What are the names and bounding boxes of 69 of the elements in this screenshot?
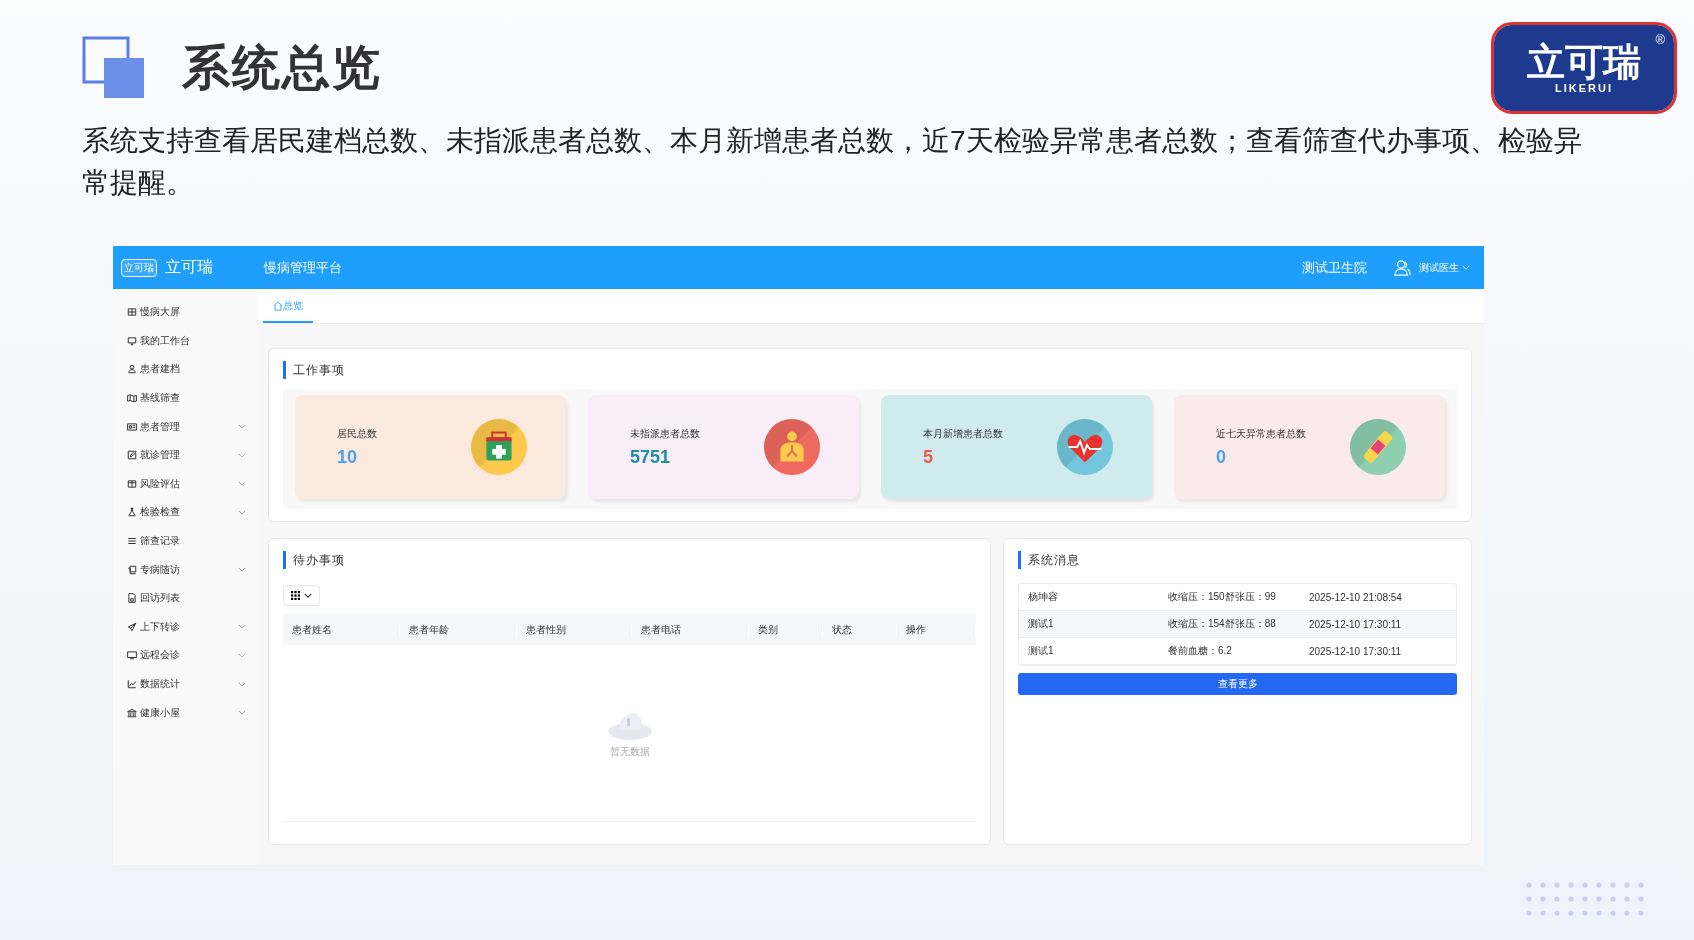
column-header: 患者年龄 xyxy=(400,622,517,637)
sidebar-item[interactable]: 患者建档 xyxy=(113,355,258,384)
stat-label: 未指派患者总数 xyxy=(630,426,701,441)
sidebar-item[interactable]: 数据统计 xyxy=(113,669,258,699)
bandage-icon xyxy=(1349,418,1407,476)
section-title: 工作事项 xyxy=(283,361,1457,379)
brand-name: 立可瑞 xyxy=(165,257,213,277)
logo-badge: 立可瑞 xyxy=(121,258,157,277)
stat-value: 0 xyxy=(1216,446,1227,468)
slide-title: 系统总览 xyxy=(182,40,382,96)
column-header: 患者性别 xyxy=(517,622,632,637)
sidebar-item[interactable]: 回访列表 xyxy=(113,583,258,613)
organization-name: 测试卫生院 xyxy=(1302,258,1367,277)
flask-icon xyxy=(127,507,137,518)
person-icon xyxy=(127,364,137,375)
monitor-icon xyxy=(127,650,137,661)
chevron-down-icon xyxy=(304,593,312,598)
column-header: 状态 xyxy=(823,622,897,637)
sidebar-item[interactable]: 基线筛查 xyxy=(113,383,258,413)
platform-title: 慢病管理平台 xyxy=(264,258,342,277)
column-header: 患者姓名 xyxy=(283,622,400,637)
bank-icon xyxy=(127,707,137,718)
medical-kit-icon xyxy=(470,418,528,476)
view-more-button[interactable]: 查看更多 xyxy=(1018,673,1457,695)
sidebar-item[interactable]: 筛查记录 xyxy=(113,526,258,556)
brand-logo: 立可瑞 LIKERUI ® xyxy=(1494,25,1674,111)
sidebar-item[interactable]: 慢病大屏 xyxy=(113,298,258,327)
section-title: 系统消息 xyxy=(1018,551,1457,569)
column-header: 操作 xyxy=(897,622,976,637)
grid-icon xyxy=(291,591,300,600)
send-icon xyxy=(127,621,137,632)
columns-icon xyxy=(127,478,137,489)
sidebar-item[interactable]: 检验检查 xyxy=(113,498,258,527)
copy-icon xyxy=(127,564,137,575)
id-card-icon xyxy=(127,421,137,432)
stat-label: 近七天异常患者总数 xyxy=(1216,426,1307,441)
sidebar-item[interactable]: 患者管理 xyxy=(113,412,258,441)
sidebar-item[interactable]: 专病随访 xyxy=(113,555,258,584)
message-row[interactable]: 测试1 收缩压：154舒张压：88 2025-12-10 17:30:11 xyxy=(1019,611,1456,638)
slide-description: 系统支持查看居民建档总数、未指派患者总数、本月新增患者总数，近7天检验异常患者总数；查看筛查代办事项、检验异常提醒。 xyxy=(82,124,1582,200)
sidebar-item[interactable]: 远程会诊 xyxy=(113,641,258,670)
monitor-icon xyxy=(127,335,137,346)
list-icon xyxy=(127,536,137,547)
person-icon xyxy=(763,418,821,476)
squares-icon xyxy=(82,36,146,100)
edit-icon xyxy=(127,450,137,461)
map-icon xyxy=(127,393,137,404)
chart-icon xyxy=(127,679,137,689)
stat-value: 5751 xyxy=(630,446,672,468)
user-icon[interactable] xyxy=(1393,258,1411,277)
sidebar-item[interactable]: 健康小屋 xyxy=(113,698,258,727)
screen-icon xyxy=(127,307,137,318)
chevron-down-icon xyxy=(1462,265,1470,270)
sidebar-item[interactable]: 就诊管理 xyxy=(113,440,258,470)
stat-label: 居民总数 xyxy=(337,426,378,441)
column-picker-button[interactable] xyxy=(283,585,320,606)
sidebar-item[interactable]: 我的工作台 xyxy=(113,326,258,356)
home-icon xyxy=(273,301,283,311)
sidebar-item[interactable]: 风险评估 xyxy=(113,469,258,499)
stat-value: 10 xyxy=(337,446,359,468)
stat-value: 5 xyxy=(923,446,934,468)
column-header: 患者电话 xyxy=(632,622,749,637)
section-title: 待办事项 xyxy=(283,551,976,569)
message-row[interactable]: 测试1 餐前血糖：6.2 2025-12-10 17:30:11 xyxy=(1019,638,1456,665)
stat-label: 本月新增患者总数 xyxy=(923,426,1004,441)
document-icon xyxy=(127,593,137,604)
empty-message: 暂无数据 xyxy=(609,745,650,759)
sidebar-item[interactable]: 上下转诊 xyxy=(113,612,258,642)
column-header: 类别 xyxy=(749,622,823,637)
